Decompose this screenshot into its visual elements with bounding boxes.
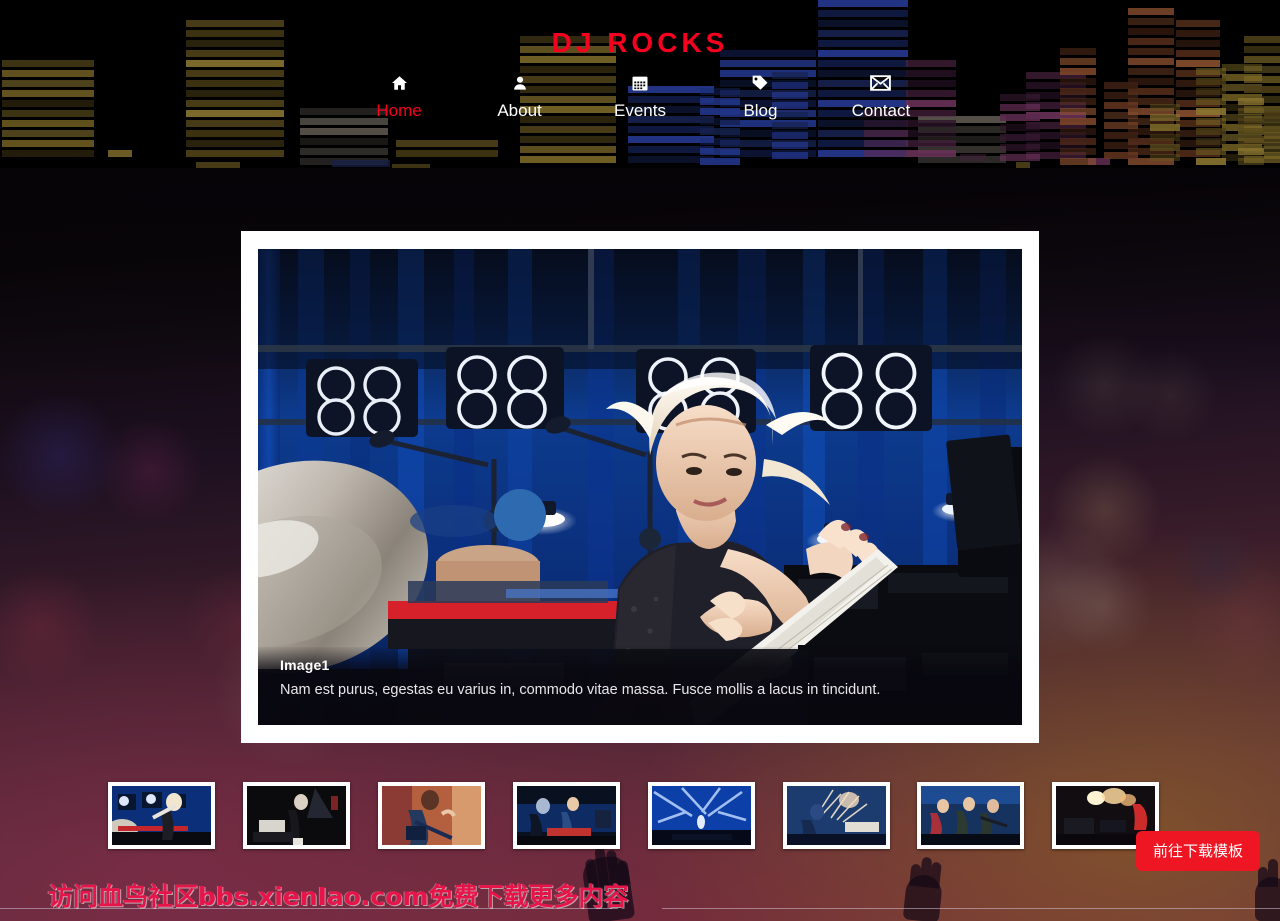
thumbnail-item[interactable] — [513, 782, 620, 849]
hero-caption: Image1 Nam est purus, egestas eu varius … — [258, 647, 1022, 725]
thumbnail-image — [247, 786, 346, 845]
nav-label: Home — [376, 101, 422, 120]
site-header: DJ ROCKS Home About Events Blog Contact — [0, 0, 1280, 168]
thumbnail-image — [652, 786, 751, 845]
envelope-icon — [823, 70, 939, 96]
thumbnail-image — [112, 786, 211, 845]
thumbnail-item[interactable] — [917, 782, 1024, 849]
thumbnail-item[interactable] — [108, 782, 215, 849]
hero-slider-frame: Image1 Nam est purus, egestas eu varius … — [241, 231, 1039, 743]
nav-label: Events — [614, 101, 666, 120]
thumbnail-item[interactable] — [648, 782, 755, 849]
main-navigation: Home About Events Blog Contact — [0, 70, 1280, 121]
hero-caption-description: Nam est purus, egestas eu varius in, com… — [280, 682, 881, 698]
nav-item-events[interactable]: Events — [582, 70, 698, 121]
calendar-icon — [582, 70, 698, 96]
nav-item-about[interactable]: About — [462, 70, 578, 121]
tag-icon — [702, 70, 818, 96]
home-icon — [341, 70, 457, 96]
equalizer-bar — [332, 160, 390, 168]
thumbnail-item[interactable] — [783, 782, 890, 849]
thumbnail-item[interactable] — [378, 782, 485, 849]
thumbnail-image — [787, 786, 886, 845]
divider-line-right — [662, 908, 1280, 909]
hero-caption-title: Image1 — [280, 657, 330, 673]
equalizer-bar — [196, 162, 240, 168]
thumbnail-image — [921, 786, 1020, 845]
nav-item-blog[interactable]: Blog — [702, 70, 818, 121]
user-icon — [462, 70, 578, 96]
nav-label: About — [497, 101, 542, 120]
download-template-button[interactable]: 前往下载模板 — [1136, 831, 1260, 871]
thumbnail-image — [517, 786, 616, 845]
thumbnail-item[interactable] — [243, 782, 350, 849]
nav-item-contact[interactable]: Contact — [823, 70, 939, 121]
equalizer-bar — [960, 154, 986, 168]
equalizer-bar — [392, 164, 430, 168]
nav-label: Blog — [743, 101, 778, 120]
nav-label: Contact — [851, 101, 911, 120]
hero-slide-image[interactable]: Image1 Nam est purus, egestas eu varius … — [258, 249, 1022, 725]
watermark-text: 访问血鸟社区bbs.xienIao.com免费下载更多内容 — [48, 882, 629, 911]
thumbnail-image — [382, 786, 481, 845]
site-brand: DJ ROCKS — [551, 27, 729, 58]
nav-item-home[interactable]: Home — [341, 70, 457, 121]
thumbnail-strip — [0, 782, 1280, 850]
equalizer-bar — [108, 150, 132, 168]
